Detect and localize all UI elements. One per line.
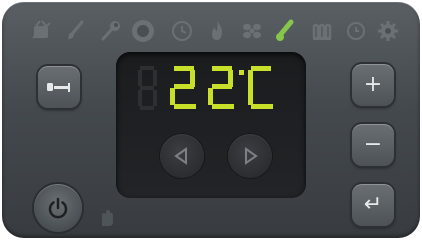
power-button[interactable] <box>34 184 82 232</box>
left-arrow-button[interactable] <box>160 134 204 178</box>
triangle-right-icon <box>245 147 258 165</box>
brush-icon <box>68 20 84 39</box>
enter-label: ↵ <box>363 192 383 217</box>
seven-segment-digits <box>138 66 273 110</box>
menu-key-icon <box>47 83 70 92</box>
thermometer-icon <box>276 19 294 41</box>
flame-icon <box>212 21 223 40</box>
right-arrow-button[interactable] <box>228 134 272 178</box>
temperature-readout: 22 C <box>138 62 288 116</box>
minus-label: − <box>363 132 383 157</box>
digit-ones <box>208 66 234 109</box>
ghost-digit <box>138 66 157 110</box>
plus-label: + <box>363 72 383 97</box>
minus-button[interactable]: − <box>352 124 394 166</box>
fan-icon <box>243 23 261 39</box>
menu-button[interactable] <box>38 66 80 108</box>
status-icon-strip <box>30 18 398 48</box>
plus-button[interactable]: + <box>352 64 394 106</box>
triangle-left-icon <box>174 147 187 165</box>
power-icon <box>48 197 68 219</box>
gear-icon <box>378 21 398 41</box>
unit-letter <box>248 66 273 109</box>
child-lock-icon <box>32 20 51 39</box>
degree-symbol <box>239 70 244 75</box>
control-panel: 22 C + − ↵ <box>2 2 420 238</box>
digit-tens <box>170 66 196 109</box>
clock-icon <box>172 21 192 41</box>
timer-icon <box>347 22 365 40</box>
enter-button[interactable]: ↵ <box>352 184 394 226</box>
wrench-icon <box>101 21 120 41</box>
touch-hint-icon <box>102 210 113 226</box>
program-ring-icon <box>132 20 154 42</box>
heating-icon <box>312 23 332 40</box>
